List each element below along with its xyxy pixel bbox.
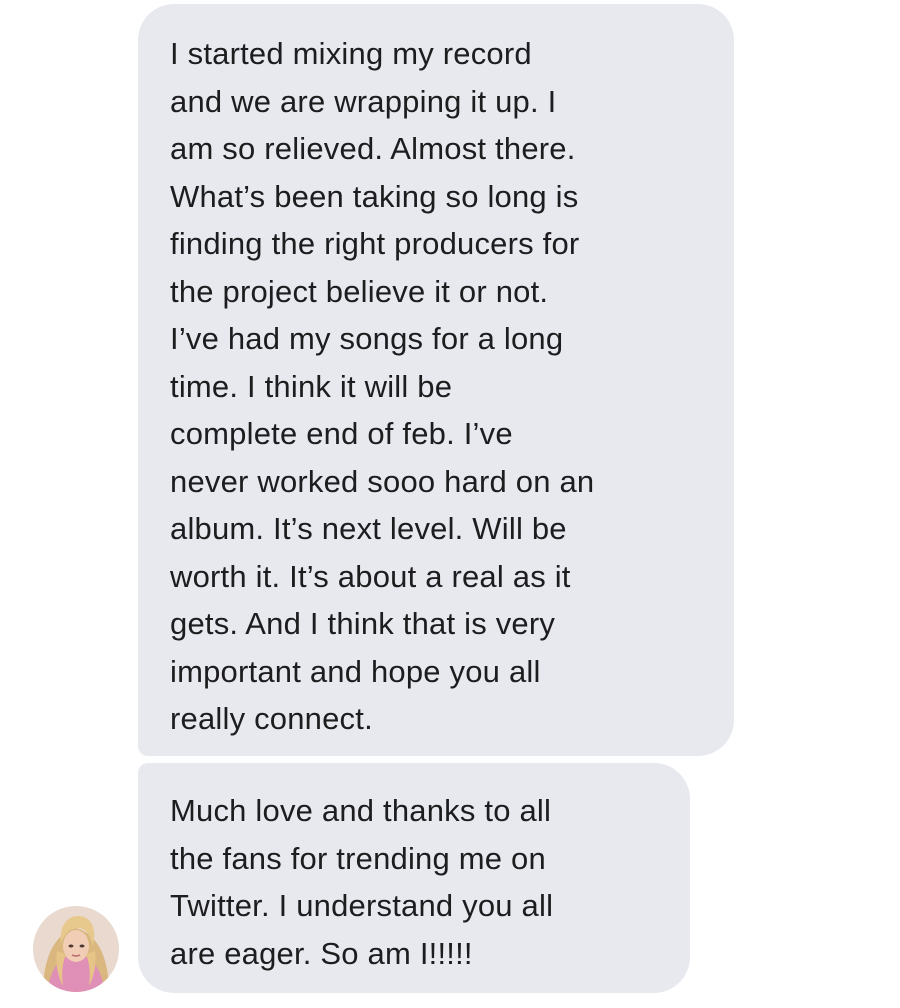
message-line: time. I think it will be (170, 368, 453, 404)
message-line: the fans for trending me on (170, 840, 546, 876)
message-line: important and hope you all (170, 653, 541, 689)
message-line: finding the right producers for (170, 226, 580, 261)
profile-photo-avatar-icon (33, 906, 119, 992)
message-line: What’s been taking so long is (170, 178, 579, 214)
message-line: am so relieved. Almost there. (170, 131, 576, 166)
message-line: are eager. So am I!!!!! (170, 935, 473, 971)
message-bubble-1[interactable]: I started mixing my record and we are wr… (138, 4, 734, 756)
message-line: never worked sooo hard on an (170, 463, 595, 499)
message-line: the project believe it or not. (170, 273, 549, 309)
message-line: I’ve had my songs for a long (170, 321, 564, 356)
message-line: and we are wrapping it up. I (170, 83, 557, 119)
message-line: album. It’s next level. Will be (170, 511, 567, 546)
message-line: Twitter. I understand you all (170, 888, 554, 923)
message-line: really connect. (170, 701, 373, 736)
message-bubble-2[interactable]: Much love and thanks to all the fans for… (138, 763, 690, 993)
message-line: Much love and thanks to all (170, 793, 552, 828)
message-line: complete end of feb. I’ve (170, 416, 513, 451)
message-line: gets. And I think that is very (170, 606, 556, 641)
sender-avatar[interactable] (33, 906, 119, 992)
message-line: worth it. It’s about a real as it (170, 558, 571, 594)
message-line: I started mixing my record (170, 36, 532, 71)
